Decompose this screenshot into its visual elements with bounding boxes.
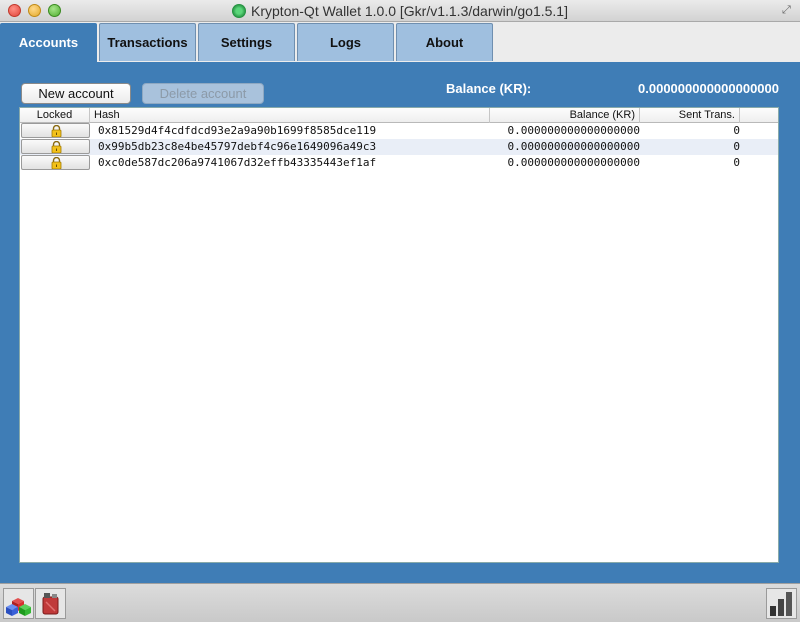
- fullscreen-icon[interactable]: ⤢: [782, 4, 794, 16]
- table-header: Locked Hash Balance (KR) Sent Trans.: [20, 108, 778, 123]
- account-hash: 0x99b5db23c8e4be45797debf4c96e1649096a49…: [98, 140, 377, 153]
- tab-settings[interactable]: Settings: [198, 23, 295, 61]
- lock-toggle-button[interactable]: [21, 139, 90, 154]
- total-balance-label: Balance (KR):: [446, 81, 532, 96]
- tab-accounts[interactable]: Accounts: [0, 23, 97, 63]
- table-row[interactable]: 0x81529d4f4cdfdcd93e2a9a90b1699f8585dce1…: [20, 123, 778, 139]
- account-balance: 0.000000000000000000: [507, 156, 640, 169]
- fuel-button[interactable]: [35, 588, 66, 619]
- peers-cubes-icon: [6, 598, 31, 616]
- peers-button[interactable]: [3, 588, 34, 619]
- window-title: Krypton-Qt Wallet 1.0.0 [Gkr/v1.1.3/darw…: [251, 3, 568, 19]
- app-logo-icon: [232, 4, 247, 18]
- signal-strength-icon: [770, 592, 792, 616]
- tab-bar: Accounts Transactions Settings Logs Abou…: [0, 22, 800, 63]
- tab-logs[interactable]: Logs: [297, 23, 394, 61]
- account-sent-trans: 0: [733, 124, 740, 137]
- delete-account-button: Delete account: [142, 83, 264, 104]
- account-sent-trans: 0: [733, 156, 740, 169]
- status-bar: [0, 583, 800, 622]
- lock-toggle-button[interactable]: [21, 155, 90, 170]
- padlock-icon: [51, 141, 62, 153]
- tab-about[interactable]: About: [396, 23, 493, 61]
- column-header-hash[interactable]: Hash: [90, 108, 490, 123]
- account-hash: 0x81529d4f4cdfdcd93e2a9a90b1699f8585dce1…: [98, 124, 377, 137]
- account-hash: 0xc0de587dc206a9741067d32effb43335443ef1…: [98, 156, 377, 169]
- total-balance-value: 0.000000000000000000: [638, 81, 779, 96]
- fuel-can-icon: [42, 593, 59, 615]
- new-account-button[interactable]: New account: [21, 83, 131, 104]
- title-bar: Krypton-Qt Wallet 1.0.0 [Gkr/v1.1.3/darw…: [0, 0, 800, 22]
- column-header-locked[interactable]: Locked: [20, 108, 90, 123]
- accounts-panel: New account Delete account Balance (KR):…: [0, 62, 800, 583]
- account-sent-trans: 0: [733, 140, 740, 153]
- lock-toggle-button[interactable]: [21, 123, 90, 138]
- padlock-icon: [51, 157, 62, 169]
- signal-button[interactable]: [766, 588, 797, 619]
- column-header-balance[interactable]: Balance (KR): [490, 108, 640, 123]
- column-header-sent-trans[interactable]: Sent Trans.: [640, 108, 740, 123]
- tab-transactions[interactable]: Transactions: [99, 23, 196, 61]
- account-balance: 0.000000000000000000: [507, 124, 640, 137]
- account-balance: 0.000000000000000000: [507, 140, 640, 153]
- window-title-wrap: Krypton-Qt Wallet 1.0.0 [Gkr/v1.1.3/darw…: [0, 3, 800, 19]
- table-row[interactable]: 0xc0de587dc206a9741067d32effb43335443ef1…: [20, 155, 778, 171]
- padlock-icon: [51, 125, 62, 137]
- table-row[interactable]: 0x99b5db23c8e4be45797debf4c96e1649096a49…: [20, 139, 778, 155]
- accounts-table: Locked Hash Balance (KR) Sent Trans. 0x8…: [19, 107, 779, 563]
